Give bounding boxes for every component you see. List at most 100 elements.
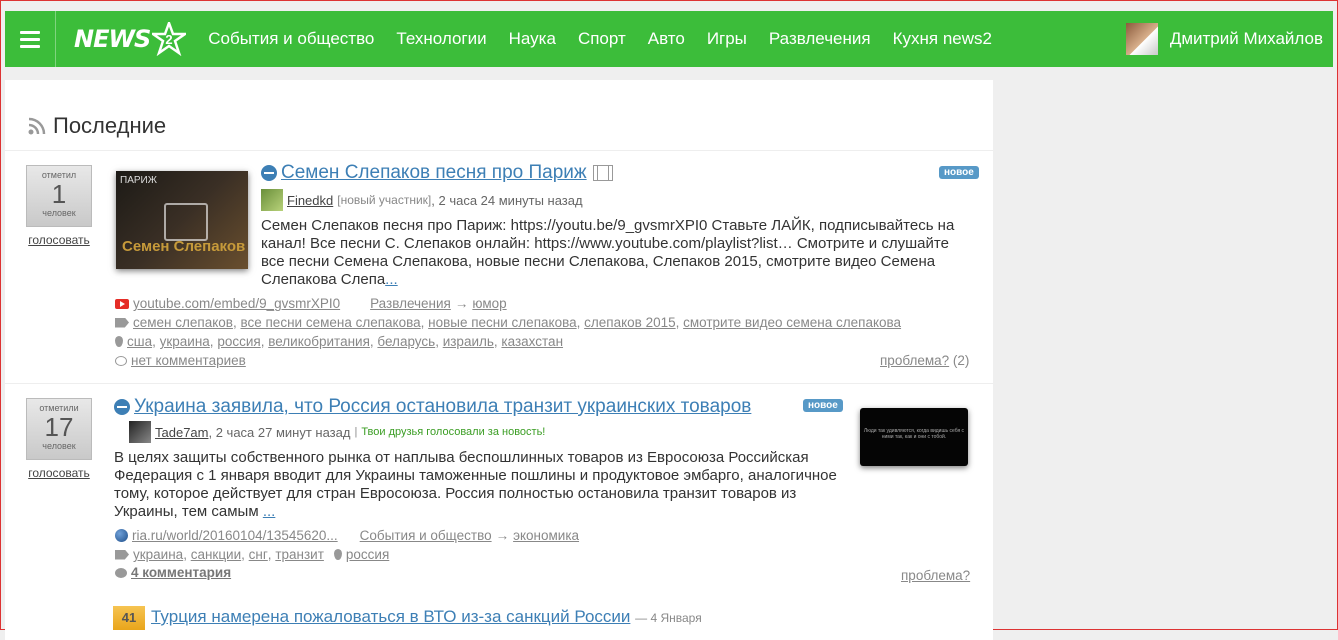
tags-line: украина, санкции, снг, транзит россия bbox=[115, 547, 389, 562]
new-badge: новое bbox=[803, 399, 843, 412]
author-avatar[interactable] bbox=[129, 421, 151, 443]
news-description: В целях защиты собственного рынка от нап… bbox=[114, 449, 849, 521]
news-thumbnail[interactable]: ПАРИЖ Семен Слепаков bbox=[116, 171, 248, 269]
vote-link[interactable]: голосовать bbox=[26, 466, 92, 480]
tag-link[interactable]: снг bbox=[249, 547, 268, 562]
read-more-link[interactable]: ... bbox=[263, 503, 276, 520]
problem-block: проблема? bbox=[901, 568, 970, 583]
new-badge: новое bbox=[939, 166, 979, 179]
place-link[interactable]: израиль bbox=[443, 334, 494, 349]
news-panel: Последние отметил 1 человек голосовать П… bbox=[5, 80, 993, 640]
read-more-link[interactable]: ... bbox=[385, 271, 398, 288]
location-pin-icon bbox=[115, 336, 123, 347]
video-icon bbox=[592, 165, 613, 181]
vote-count: 17 bbox=[44, 412, 74, 442]
post-time: , 2 часа 27 минут назад bbox=[208, 424, 351, 440]
vote-link[interactable]: голосовать bbox=[26, 233, 92, 247]
location-pin-icon bbox=[333, 549, 342, 560]
tag-link[interactable]: слепаков 2015 bbox=[584, 315, 675, 330]
collapse-icon[interactable] bbox=[114, 399, 130, 415]
problem-count: (2) bbox=[952, 353, 970, 368]
site-logo[interactable]: NEWS 2 bbox=[74, 22, 187, 56]
vote-block: отметил 1 человек голосовать bbox=[26, 165, 92, 247]
source-line: ria.ru/world/20160104/13545620... Событи… bbox=[115, 528, 579, 543]
place-link[interactable]: россия bbox=[346, 547, 389, 562]
vote-counter: отметил 1 человек bbox=[26, 165, 92, 227]
description-text: Семен Слепаков песня про Париж: https://… bbox=[261, 217, 955, 288]
tag-icon bbox=[115, 549, 129, 560]
author-line: Finedkd [новый участник] , 2 часа 24 мин… bbox=[261, 189, 583, 211]
comment-icon bbox=[115, 355, 127, 366]
nav-kitchen[interactable]: Кухня news2 bbox=[893, 29, 992, 49]
tag-link[interactable]: все песни семена слепакова bbox=[240, 315, 420, 330]
comments-line: 4 комментария bbox=[115, 565, 231, 580]
news-thumbnail[interactable]: Люди так удивляются, когда видишь себя с… bbox=[860, 408, 968, 466]
vote-count: 1 bbox=[51, 179, 67, 209]
globe-icon bbox=[115, 529, 128, 542]
place-link[interactable]: россия bbox=[217, 334, 260, 349]
source-link[interactable]: youtube.com/embed/9_gvsmrXPI0 bbox=[133, 296, 340, 311]
section-title: Последние bbox=[53, 113, 167, 138]
vote-block: отметили 17 человек голосовать bbox=[26, 398, 92, 480]
nav-auto[interactable]: Авто bbox=[648, 29, 685, 49]
comments-line: нет комментариев bbox=[115, 353, 246, 368]
menu-button[interactable] bbox=[5, 11, 56, 67]
nav-sport[interactable]: Спорт bbox=[578, 29, 626, 49]
author-link[interactable]: Tade7am bbox=[155, 425, 208, 440]
place-link[interactable]: сша bbox=[127, 334, 152, 349]
tag-link[interactable]: новые песни слепакова bbox=[428, 315, 576, 330]
video-overlay-icon bbox=[164, 203, 208, 241]
tag-link[interactable]: семен слепаков bbox=[133, 315, 233, 330]
mini-news-link[interactable]: Турция намерена пожаловаться в ВТО из-за… bbox=[151, 607, 630, 626]
rss-icon bbox=[28, 117, 46, 135]
nav-society[interactable]: События и общество bbox=[208, 29, 374, 49]
news-item: отметил 1 человек голосовать ПАРИЖ Семен… bbox=[5, 150, 993, 383]
category-arrow: → bbox=[454, 296, 469, 311]
author-note: [новый участник] bbox=[337, 193, 432, 207]
tag-link[interactable]: транзит bbox=[275, 547, 324, 562]
author-link[interactable]: Finedkd bbox=[287, 193, 333, 208]
subcategory-link[interactable]: экономика bbox=[513, 528, 579, 543]
nav-science[interactable]: Наука bbox=[509, 29, 556, 49]
collapse-icon[interactable] bbox=[261, 165, 277, 181]
problem-link[interactable]: проблема? bbox=[880, 353, 949, 368]
top-navbar: NEWS 2 События и общество Технологии Нау… bbox=[5, 11, 1333, 67]
comments-link[interactable]: нет комментариев bbox=[131, 353, 246, 368]
user-name: Дмитрий Михайлов bbox=[1169, 29, 1323, 48]
problem-link[interactable]: проблема? bbox=[901, 568, 970, 583]
nav-entertainment[interactable]: Развлечения bbox=[769, 29, 871, 49]
tag-link[interactable]: смотрите видео семена слепакова bbox=[683, 315, 901, 330]
place-link[interactable]: казахстан bbox=[501, 334, 563, 349]
news-item: отметили 17 человек голосовать Украина з… bbox=[5, 383, 993, 588]
tag-link[interactable]: санкции bbox=[191, 547, 241, 562]
comments-link[interactable]: 4 комментария bbox=[131, 565, 231, 580]
places-line: сша, украина, россия, великобритания, бе… bbox=[115, 334, 563, 349]
mini-news-date: — 4 Января bbox=[635, 611, 702, 625]
mini-news-title: Турция намерена пожаловаться в ВТО из-за… bbox=[151, 607, 702, 627]
post-time: , 2 часа 24 минуты назад bbox=[431, 192, 583, 208]
category-link[interactable]: Развлечения bbox=[370, 296, 451, 311]
source-link[interactable]: ria.ru/world/20160104/13545620... bbox=[132, 528, 338, 543]
category-link[interactable]: События и общество bbox=[360, 528, 492, 543]
description-text: В целях защиты собственного рынка от нап… bbox=[114, 449, 837, 520]
source-line: youtube.com/embed/9_gvsmrXPI0 Развлечени… bbox=[115, 296, 507, 311]
place-link[interactable]: великобритания bbox=[268, 334, 370, 349]
logo-text: NEWS bbox=[74, 25, 151, 53]
nav-games[interactable]: Игры bbox=[707, 29, 747, 49]
place-link[interactable]: беларусь bbox=[377, 334, 435, 349]
tag-link[interactable]: украина bbox=[133, 547, 183, 562]
place-link[interactable]: украина bbox=[160, 334, 210, 349]
news-title-row: Семен Слепаков песня про Париж bbox=[261, 162, 613, 184]
news-description: Семен Слепаков песня про Париж: https://… bbox=[261, 217, 973, 289]
tag-icon bbox=[115, 317, 129, 328]
nav-tech[interactable]: Технологии bbox=[396, 29, 486, 49]
author-line: Tade7am , 2 часа 27 минут назад | Твои д… bbox=[129, 421, 545, 443]
news-title-link[interactable]: Семен Слепаков песня про Париж bbox=[281, 162, 587, 184]
separator-bar: | bbox=[354, 426, 358, 438]
author-avatar[interactable] bbox=[261, 189, 283, 211]
news-title-link[interactable]: Украина заявила, что Россия остановила т… bbox=[134, 396, 751, 418]
user-menu[interactable]: Дмитрий Михайлов bbox=[1125, 23, 1323, 55]
vote-label-bottom: человек bbox=[42, 208, 76, 218]
thumbnail-text: Люди так удивляются, когда видишь себя с… bbox=[863, 428, 965, 440]
subcategory-link[interactable]: юмор bbox=[472, 296, 506, 311]
